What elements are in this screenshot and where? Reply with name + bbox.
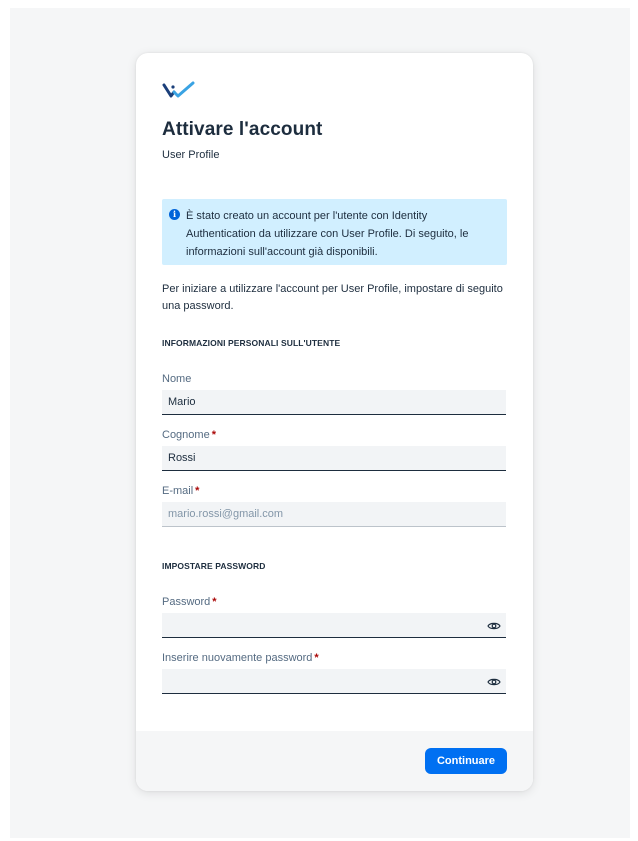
email-field[interactable] (162, 502, 506, 527)
first-name-label: Nome (162, 373, 191, 385)
last-name-label: Cognome * (162, 429, 216, 441)
card-footer: Continuare (136, 731, 533, 791)
page-subtitle: User Profile (162, 149, 220, 161)
show-confirm-password-eye-icon[interactable] (487, 677, 501, 687)
required-marker: * (195, 485, 200, 497)
show-password-eye-icon[interactable] (487, 621, 501, 631)
password-label: Password * (162, 596, 217, 608)
email-label-text: E-mail (162, 485, 194, 497)
confirm-password-field[interactable] (162, 669, 506, 694)
password-field[interactable] (162, 613, 506, 638)
confirm-password-label: Inserire nuovamente password * (162, 652, 319, 664)
continue-button[interactable]: Continuare (425, 748, 507, 774)
confirm-password-label-text: Inserire nuovamente password (162, 652, 313, 664)
email-label: E-mail * (162, 485, 199, 497)
first-name-field[interactable] (162, 390, 506, 415)
last-name-label-text: Cognome (162, 429, 210, 441)
first-name-label-text: Nome (162, 373, 192, 385)
password-label-text: Password (162, 596, 211, 608)
required-marker: * (314, 652, 319, 664)
intro-text: Per iniziare a utilizzare l'account per … (162, 283, 503, 312)
info-message-text: È stato creato un account per l'utente c… (186, 210, 469, 258)
required-marker: * (211, 429, 216, 441)
required-marker: * (212, 596, 217, 608)
page-title: Attivare l'account (162, 119, 323, 140)
brand-logo-icon (162, 81, 195, 98)
section-title-password: IMPOSTARE PASSWORD (162, 561, 266, 571)
activation-card: Attivare l'account User Profile i È stat… (136, 53, 533, 791)
info-message: i È stato creato un account per l'utente… (162, 199, 507, 265)
section-title-personal-info: INFORMAZIONI PERSONALI SULL'UTENTE (162, 338, 341, 348)
info-icon: i (169, 209, 180, 220)
last-name-field[interactable] (162, 446, 506, 471)
